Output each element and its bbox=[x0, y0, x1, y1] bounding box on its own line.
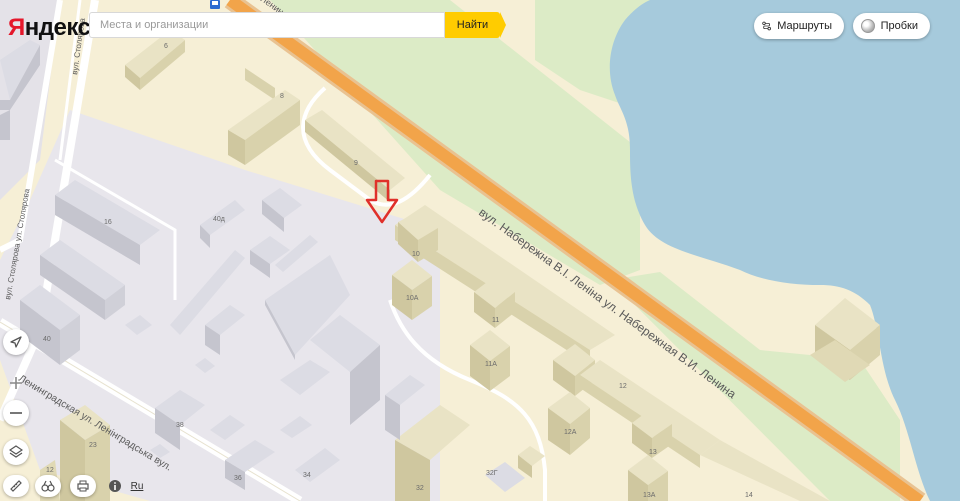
logo-rest: ндекс bbox=[24, 14, 91, 41]
ruler-button[interactable] bbox=[3, 475, 29, 497]
search-box[interactable] bbox=[89, 12, 445, 38]
house-number: 11А bbox=[485, 361, 497, 368]
house-number: 13 bbox=[649, 449, 657, 456]
house-number: 23 bbox=[89, 442, 97, 449]
zoom-in-button[interactable] bbox=[3, 370, 29, 396]
house-number: 6 bbox=[164, 43, 168, 50]
house-number: 16 bbox=[104, 219, 112, 226]
house-number: 40д bbox=[213, 216, 225, 223]
house-number: 12 bbox=[619, 383, 627, 390]
search-input[interactable] bbox=[98, 18, 444, 32]
house-number: 40 bbox=[43, 336, 51, 343]
plus-icon bbox=[10, 377, 22, 389]
house-number: 36 bbox=[234, 475, 242, 482]
house-number: 12А bbox=[564, 429, 577, 436]
map-canvas[interactable]: 6 8 9 10 10А 11 11А 12 12А 13 13А 14 16 … bbox=[0, 0, 960, 501]
printer-icon bbox=[77, 480, 89, 492]
routes-button[interactable]: Маршруты bbox=[754, 13, 844, 39]
house-number: 10А bbox=[406, 295, 419, 302]
ruler-icon bbox=[10, 480, 22, 492]
house-number: 34 bbox=[303, 472, 311, 479]
locate-button[interactable] bbox=[3, 329, 29, 355]
house-number: 8 bbox=[280, 93, 284, 100]
search-button[interactable]: Найти bbox=[445, 12, 506, 38]
binoculars-icon bbox=[41, 480, 55, 492]
traffic-button[interactable]: Пробки bbox=[853, 13, 930, 39]
info-icon bbox=[109, 480, 121, 492]
layers-icon bbox=[9, 445, 23, 458]
zoom-out-button[interactable] bbox=[3, 400, 29, 426]
locate-arrow-icon bbox=[10, 336, 22, 348]
traffic-light-icon bbox=[861, 19, 875, 33]
house-number: 10 bbox=[412, 251, 420, 258]
print-button[interactable] bbox=[70, 475, 96, 497]
house-number: 11 bbox=[492, 317, 499, 324]
house-number: 13А bbox=[643, 492, 656, 499]
logo-first-letter: Я bbox=[8, 14, 25, 41]
language-label: Ru bbox=[130, 480, 144, 492]
house-number: 32Г bbox=[486, 470, 498, 477]
routes-label: Маршруты bbox=[777, 20, 832, 32]
house-number: 32 bbox=[416, 485, 424, 492]
minus-icon bbox=[10, 412, 22, 414]
house-number: 14 bbox=[745, 492, 753, 499]
bus-stop-icon[interactable] bbox=[210, 0, 220, 9]
house-number: 9 bbox=[354, 160, 358, 167]
house-number: 12 bbox=[46, 467, 54, 474]
language-button[interactable]: Ru bbox=[124, 475, 150, 497]
panorama-button[interactable] bbox=[35, 475, 61, 497]
house-number: 38 bbox=[176, 422, 184, 429]
layers-button[interactable] bbox=[3, 439, 29, 465]
traffic-label: Пробки bbox=[880, 20, 918, 32]
route-icon bbox=[762, 21, 771, 31]
yandex-logo[interactable]: Яндекс bbox=[8, 14, 91, 42]
